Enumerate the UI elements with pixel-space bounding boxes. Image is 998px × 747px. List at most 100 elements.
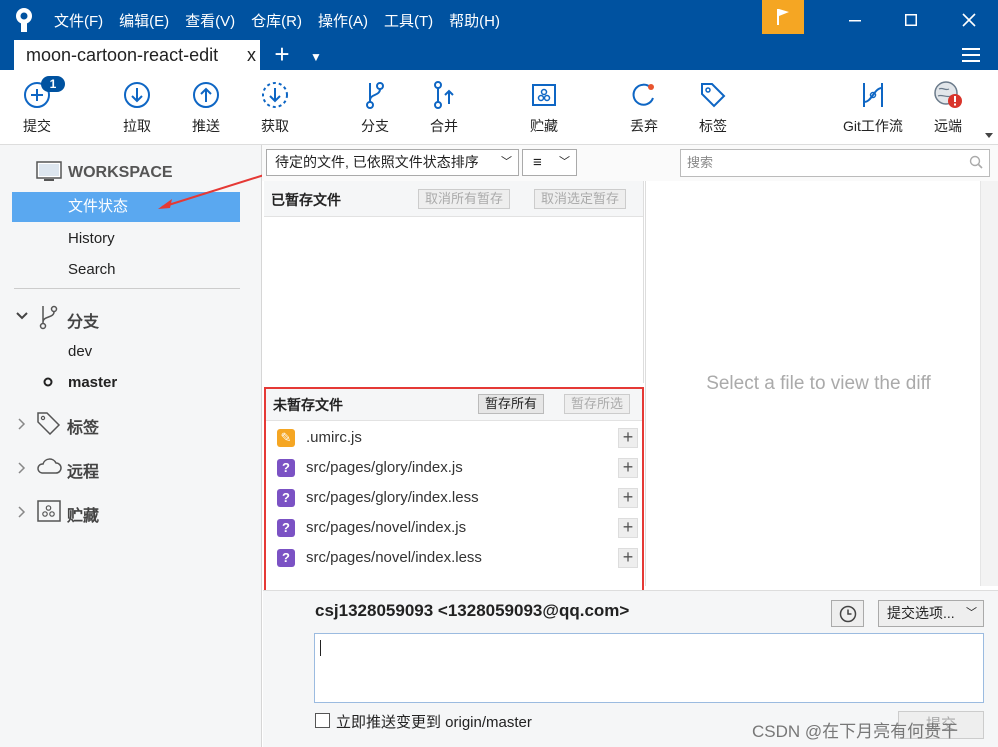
merge-button[interactable]: 合并 xyxy=(409,80,479,136)
diff-scrollbar[interactable] xyxy=(980,181,998,586)
new-tab-button[interactable]: + xyxy=(270,40,294,70)
menu-tools[interactable]: 工具(T) xyxy=(384,10,433,31)
hamburger-menu-icon[interactable] xyxy=(958,44,984,66)
discard-button[interactable]: 丢弃 xyxy=(609,80,679,136)
pull-label: 拉取 xyxy=(123,118,151,134)
stashes-header[interactable]: 贮藏 xyxy=(67,502,99,526)
stash-icon xyxy=(532,84,556,106)
tag-icon xyxy=(37,412,61,435)
sourcetree-logo-icon xyxy=(16,8,32,32)
unstaged-title: 未暂存文件 xyxy=(273,397,343,413)
modified-pencil-icon: ✎ xyxy=(277,429,295,447)
file-row[interactable]: ? src/pages/glory/index.js + xyxy=(266,453,642,483)
stage-selected-button[interactable]: 暂存所选 xyxy=(564,394,631,414)
menu-repository[interactable]: 仓库(R) xyxy=(251,10,302,31)
stash-button[interactable]: 贮藏 xyxy=(509,80,579,136)
tab-list-dropdown-icon[interactable]: ▼ xyxy=(310,50,322,64)
chevron-down-icon[interactable] xyxy=(16,312,28,320)
remote-button[interactable]: 远端 xyxy=(913,80,983,136)
push-arrow-up-icon xyxy=(193,82,219,108)
menu-view[interactable]: 查看(V) xyxy=(185,10,235,31)
sidebar-item-search[interactable]: Search xyxy=(68,261,116,278)
fetch-button[interactable]: 获取 xyxy=(240,80,310,136)
gitflow-button[interactable]: Git工作流 xyxy=(838,80,908,136)
remotes-header[interactable]: 远程 xyxy=(67,458,99,482)
file-name: .umirc.js xyxy=(306,429,362,446)
maximize-button[interactable] xyxy=(882,0,940,40)
chevron-right-icon[interactable] xyxy=(18,462,26,474)
merge-icon xyxy=(434,81,454,109)
maximize-icon xyxy=(905,14,917,26)
view-mode-dropdown[interactable]: ≡ ﹀ xyxy=(522,149,577,176)
stage-file-plus-icon[interactable]: + xyxy=(618,458,638,478)
close-window-button[interactable] xyxy=(940,0,998,40)
chevron-down-icon: ﹀ xyxy=(966,607,977,619)
tab-close-icon[interactable]: x xyxy=(247,40,256,70)
stage-file-plus-icon[interactable]: + xyxy=(618,428,638,448)
branch-item-master[interactable]: master xyxy=(68,374,117,391)
file-row[interactable]: ? src/pages/novel/index.less + xyxy=(266,543,642,573)
text-caret xyxy=(320,640,321,656)
toolbar-overflow-icon[interactable] xyxy=(985,133,993,139)
branch-item-dev[interactable]: dev xyxy=(68,343,92,360)
stage-file-plus-icon[interactable]: + xyxy=(618,488,638,508)
branches-header[interactable]: 分支 xyxy=(67,308,99,332)
gitflow-icon xyxy=(863,83,883,107)
stage-all-button[interactable]: 暂存所有 xyxy=(478,394,545,414)
menu-actions[interactable]: 操作(A) xyxy=(318,10,368,31)
tags-header[interactable]: 标签 xyxy=(67,414,99,438)
title-bar: 文件(F) 编辑(E) 查看(V) 仓库(R) 操作(A) 工具(T) 帮助(H… xyxy=(0,0,998,40)
file-sort-dropdown[interactable]: 待定的文件, 已依照文件状态排序 ﹀ xyxy=(266,149,519,176)
diff-placeholder: Select a file to view the diff xyxy=(706,373,931,394)
push-immediately-checkbox[interactable] xyxy=(315,713,330,728)
unstage-all-button[interactable]: 取消所有暂存 xyxy=(418,189,511,209)
menu-file[interactable]: 文件(F) xyxy=(54,10,103,31)
branch-icon xyxy=(39,305,58,330)
tab-title: moon-cartoon-react-edit xyxy=(26,45,219,65)
chevron-right-icon[interactable] xyxy=(18,506,26,518)
unstaged-files-panel: 未暂存文件 暂存所有 暂存所选 ✎ .umirc.js + ? src/page… xyxy=(264,387,644,593)
watermark: CSDN @在下月亮有何贵干 xyxy=(752,722,959,741)
workspace-monitor-icon xyxy=(36,161,62,181)
notification-flag-button[interactable] xyxy=(762,0,804,34)
push-button[interactable]: 推送 xyxy=(171,80,241,136)
menu-help[interactable]: 帮助(H) xyxy=(449,10,500,31)
file-row[interactable]: ? src/pages/novel/index.js + xyxy=(266,513,642,543)
unstaged-header: 未暂存文件 暂存所有 暂存所选 xyxy=(266,389,642,421)
commit-message-input[interactable] xyxy=(314,633,984,703)
sidebar: WORKSPACE 文件状态 History Search 分支 dev mas… xyxy=(0,145,262,747)
chevron-down-icon: ﹀ xyxy=(501,156,512,168)
minimize-icon xyxy=(849,20,861,22)
unstage-selected-button[interactable]: 取消选定暂存 xyxy=(534,189,627,209)
stash-label: 贮藏 xyxy=(530,118,558,134)
menu-edit[interactable]: 编辑(E) xyxy=(119,10,169,31)
tag-button[interactable]: 标签 xyxy=(678,80,748,136)
discard-icon xyxy=(632,83,654,106)
pull-button[interactable]: 拉取 xyxy=(102,80,172,136)
sidebar-item-history[interactable]: History xyxy=(68,230,115,247)
chevron-right-icon[interactable] xyxy=(18,418,26,430)
staged-files-panel: 已暂存文件 取消所有暂存 取消选定暂存 xyxy=(264,181,644,383)
branch-button[interactable]: 分支 xyxy=(340,80,410,136)
untracked-question-icon: ? xyxy=(277,459,295,477)
commit-options-dropdown[interactable]: 提交选项... ﹀ xyxy=(878,600,984,627)
fetch-arrow-down-dashed-icon xyxy=(262,82,288,108)
close-icon xyxy=(962,13,976,27)
commit-history-button[interactable] xyxy=(831,600,864,627)
stage-file-plus-icon[interactable]: + xyxy=(618,548,638,568)
minimize-button[interactable] xyxy=(826,0,884,40)
file-row[interactable]: ✎ .umirc.js + xyxy=(266,423,642,453)
untracked-question-icon: ? xyxy=(277,549,295,567)
tab-bar: moon-cartoon-react-edit x + ▼ xyxy=(0,40,998,70)
tab-repository[interactable]: moon-cartoon-react-edit x xyxy=(14,40,260,70)
search-input[interactable]: 搜索 xyxy=(680,149,990,177)
menu-bar: 文件(F) 编辑(E) 查看(V) 仓库(R) 操作(A) 工具(T) 帮助(H… xyxy=(54,0,516,40)
merge-label: 合并 xyxy=(430,118,458,134)
push-immediately-label[interactable]: 立即推送变更到 origin/master xyxy=(336,711,532,732)
stage-file-plus-icon[interactable]: + xyxy=(618,518,638,538)
remote-label: 远端 xyxy=(934,118,962,134)
commit-label: 提交 xyxy=(23,118,51,134)
untracked-question-icon: ? xyxy=(277,519,295,537)
file-row[interactable]: ? src/pages/glory/index.less + xyxy=(266,483,642,513)
pull-arrow-down-icon xyxy=(124,82,150,108)
